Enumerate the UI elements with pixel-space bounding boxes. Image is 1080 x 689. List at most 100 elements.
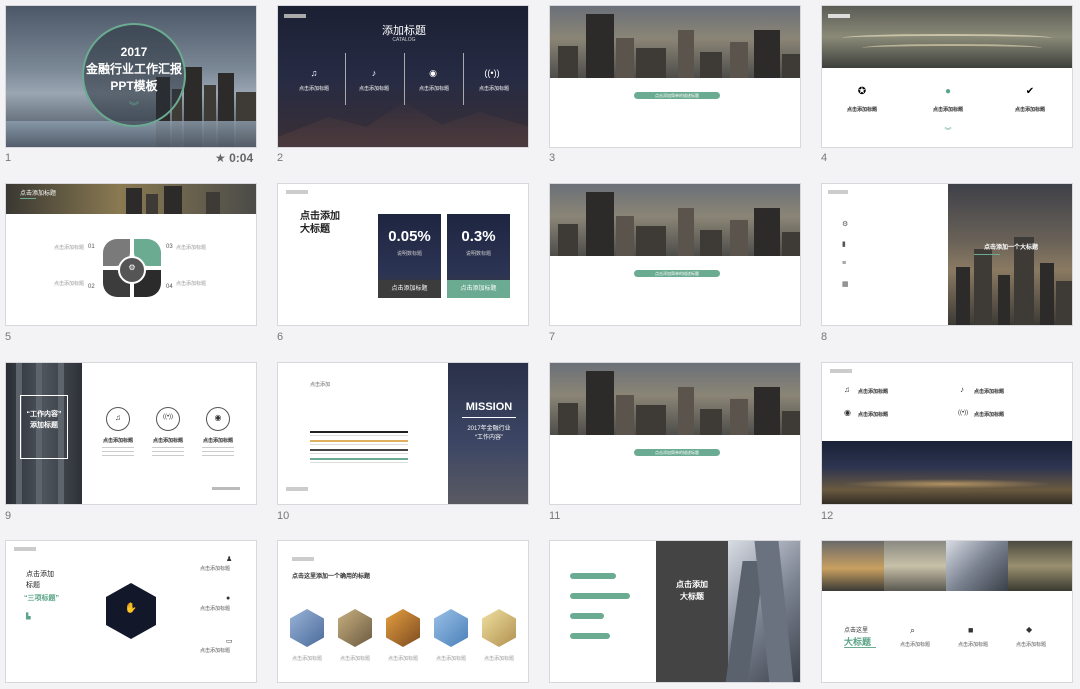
slide-2-item-2: 点击添加标题 <box>358 86 389 92</box>
slide-2-title: 添加标题 <box>382 25 426 37</box>
headphones-icon: ♫ <box>844 385 850 394</box>
slide-12-item-4: 点击添加标题 <box>974 412 1005 418</box>
slide-2-item-3: 点击添加标题 <box>418 86 449 92</box>
bulb-icon: ◉ <box>214 413 222 422</box>
slide-11-pill: 点击添加简单的描述标题 <box>655 450 699 455</box>
slide-3-pill: 点击添加简单的描述标题 <box>655 93 699 98</box>
slide-12-item-1: 点击添加标题 <box>858 389 889 395</box>
gear-icon: ⚙ <box>842 221 849 228</box>
slide-number-2: 2 <box>277 152 284 164</box>
slide-5-num-2: 02 <box>88 284 95 290</box>
slide-10-subtitle: 2017年金融行业 “工作内容” <box>467 426 511 441</box>
chevron-down-icon: ︾ <box>944 128 952 135</box>
slide-4-item-3: 点击添加标题 <box>1014 107 1045 113</box>
slide-14-item-4: 点击添加标题 <box>435 656 466 662</box>
slide-2-subtitle: CATALOG <box>392 37 416 43</box>
slide-14-title: 点击这里添加一个确用的标题 <box>292 574 371 580</box>
slide-thumbnail-10[interactable]: 点击添加 MISSION 2017年金融行业 “工作内容” <box>277 362 529 505</box>
slide-number-7: 7 <box>549 331 556 343</box>
slide-number-8: 8 <box>821 331 828 343</box>
broadcast-icon: ((•)) <box>958 410 969 416</box>
slide-number-1: 1 <box>5 152 12 164</box>
slide-5-label-4: 点击添加标题 <box>176 281 207 287</box>
slide-13-item-3: 点击添加标题 <box>200 648 231 654</box>
slide-6-button-1: 点击添加标题 <box>378 280 441 298</box>
slide-6-stat-1-label: 说明数标题 <box>396 251 422 257</box>
slide-5-label-2: 点击添加标题 <box>54 281 85 287</box>
slide-thumbnail-2[interactable]: 添加标题 CATALOG ♫ ♪ ◉ ((•)) 点击添加标题 点击添加标题 点… <box>277 5 529 148</box>
slide-thumbnail-15[interactable]: 点击添加 大标题 <box>549 540 801 683</box>
slide-10-label: 点击添加 <box>310 382 331 388</box>
slide-number-11: 11 <box>549 510 561 522</box>
slide-thumbnail-4[interactable]: ✪ ● ✔ 点击添加标题 点击添加标题 点击添加标题 ︾ <box>821 5 1073 148</box>
star-icon: ★ <box>215 151 226 165</box>
slide-thumbnail-14[interactable]: 点击这里添加一个确用的标题 点击添加标题 点击添加标题 点击添加标题 点击添加标… <box>277 540 529 683</box>
slide-thumbnail-16[interactable]: 点击这里 大标题 ⌕ ■ ◆ 点击添加标题 点击添加标题 点击添加标题 <box>821 540 1073 683</box>
slide-16-label: 点击这里 <box>844 628 869 634</box>
check-circle-icon: ✔ <box>1025 86 1035 97</box>
chat-icon: ● <box>226 595 231 602</box>
slide-4-item-1: 点击添加标题 <box>846 107 877 113</box>
slide-16-item-3: 点击添加标题 <box>1015 642 1046 648</box>
star-circle-icon: ✪ <box>857 86 867 97</box>
folder-icon: ▭ <box>226 638 233 645</box>
slide-6-button-2: 点击添加标题 <box>447 280 510 298</box>
slide-5-num-1: 01 <box>88 244 95 250</box>
slide-timer: ★ 0:04 <box>215 151 254 165</box>
slide-14-item-1: 点击添加标题 <box>291 656 322 662</box>
slide-thumbnail-13[interactable]: 点击添加 标题 “三项标题” ▙ ✋ ♟ ● ▭ 点击添加标题 点击添加标题 点… <box>5 540 257 683</box>
headphones-icon: ♫ <box>310 68 318 78</box>
slide-16-item-1: 点击添加标题 <box>899 642 930 648</box>
slide-13-item-2: 点击添加标题 <box>200 606 231 612</box>
slide-9-item-3: 点击添加标题 <box>202 438 233 444</box>
slide-14-item-5: 点击添加标题 <box>483 656 514 662</box>
slide-10-title: MISSION <box>465 401 513 413</box>
slide-5-num-3: 03 <box>166 244 173 250</box>
slide-13-title: 点击添加 标题 <box>26 571 54 589</box>
slide-thumbnail-11[interactable]: 点击添加简单的描述标题 <box>549 362 801 505</box>
slide-thumbnail-8[interactable]: ⚙ ▮ ≡ ▦ 点击添加一个大标题 <box>821 183 1073 326</box>
slide-15-title: 点击添加 大标题 <box>676 580 708 601</box>
slide-13-highlight: “三项标题” <box>24 595 59 602</box>
slide-sorter-grid: 2017 金融行业工作汇报 PPT模板 ︾ 1 ★ 0:04 添加标题 CATA… <box>0 0 1080 689</box>
chart-icon: ▮ <box>842 241 846 248</box>
slide-13-mark-icon: ▙ <box>26 614 31 620</box>
slide-thumbnail-1[interactable]: 2017 金融行业工作汇报 PPT模板 ︾ <box>5 5 257 148</box>
slide-6-stat-2: 0.3% <box>461 228 496 245</box>
slide-4-item-2: 点击添加标题 <box>932 107 963 113</box>
slide-thumbnail-6[interactable]: 点击添加 大标题 0.05% 说明数标题 0.3% 说明数标题 点击添加标题 点… <box>277 183 529 326</box>
slide-number-5: 5 <box>5 331 12 343</box>
user-icon: ♟ <box>226 556 233 563</box>
slide-5-num-4: 04 <box>166 284 173 290</box>
slide-2-item-1: 点击添加标题 <box>298 86 329 92</box>
slide-number-6: 6 <box>277 331 284 343</box>
slide-number-9: 9 <box>5 510 12 522</box>
slide-14-item-2: 点击添加标题 <box>339 656 370 662</box>
slide-2-item-4: 点击添加标题 <box>478 86 509 92</box>
slide-14-item-3: 点击添加标题 <box>387 656 418 662</box>
slide-6-stat-1: 0.05% <box>388 228 431 245</box>
bulb-icon: ◉ <box>429 68 437 78</box>
slide-thumbnail-3[interactable]: 点击添加简单的描述标题 <box>549 5 801 148</box>
headphones-icon: ♫ <box>115 413 121 422</box>
slide-5-label-3: 点击添加标题 <box>176 245 207 251</box>
slide-9-item-2: 点击添加标题 <box>152 438 183 444</box>
slide-1-title: 2017 金融行业工作汇报 PPT模板 <box>85 45 182 93</box>
slide-8-title: 点击添加一个大标题 <box>983 245 1038 251</box>
slide-number-3: 3 <box>549 152 556 164</box>
slide-7-pill: 点击添加简单的描述标题 <box>655 271 699 276</box>
list-icon: ≡ <box>842 260 847 267</box>
slide-9-title: “工作内容” 添加标题 <box>26 411 62 429</box>
slide-thumbnail-12[interactable]: ♫ ♪ ◉ ((•)) 点击添加标题 点击添加标题 点击添加标题 点击添加标题 <box>821 362 1073 505</box>
slide-13-item-1: 点击添加标题 <box>200 566 231 572</box>
slide-thumbnail-5[interactable]: 点击添加标题 ⚙ 点击添加标题 点击添加标题 点击添加标题 点击添加标题 01 … <box>5 183 257 326</box>
slide-number-4: 4 <box>821 152 828 164</box>
slide-12-item-2: 点击添加标题 <box>974 389 1005 395</box>
slide-thumbnail-7[interactable]: 点击添加简单的描述标题 <box>549 183 801 326</box>
info-circle-icon: ● <box>944 86 952 97</box>
slide-6-title: 点击添加 大标题 <box>300 211 340 235</box>
broadcast-icon: ((•)) <box>162 414 174 420</box>
slide-6-stat-2-label: 说明数标题 <box>465 251 491 257</box>
handshake-icon: ✋ <box>124 603 138 614</box>
slide-thumbnail-9[interactable]: “工作内容” 添加标题 ♫ ((•)) ◉ 点击添加标题 点击添加标题 点击添加… <box>5 362 257 505</box>
